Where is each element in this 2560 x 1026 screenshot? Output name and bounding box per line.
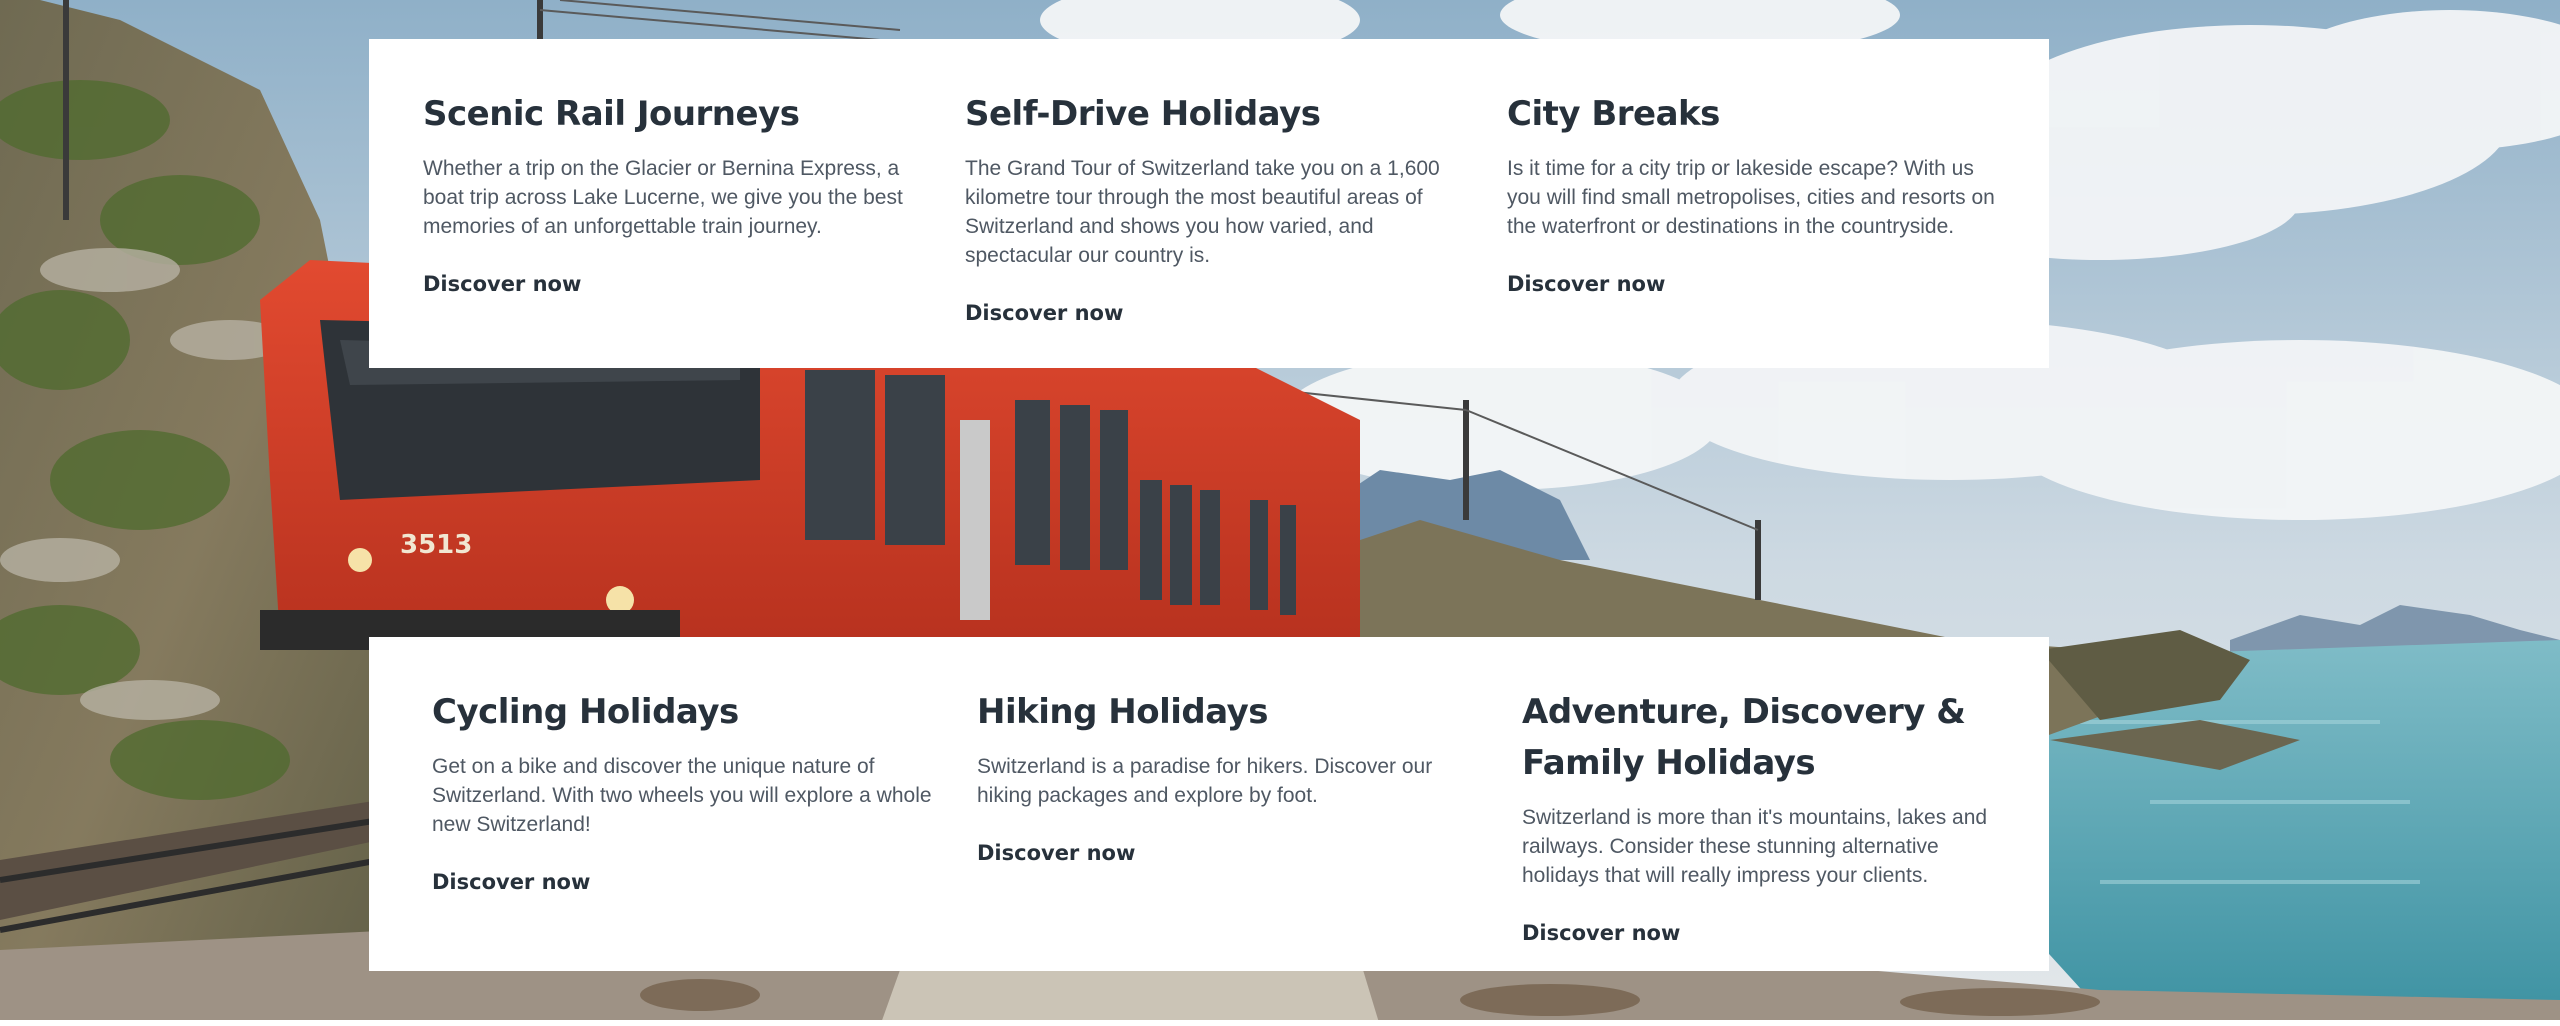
card-title: Cycling Holidays — [432, 692, 739, 732]
svg-text:3513: 3513 — [400, 530, 472, 560]
card-description: Whether a trip on the Glacier or Bernina… — [423, 157, 903, 238]
card-adventure: Adventure, Discovery & Family Holidays S… — [1522, 687, 2049, 971]
holiday-cards-top: Scenic Rail Journeys Whether a trip on t… — [369, 39, 2049, 368]
discover-now-link[interactable]: Discover now — [1522, 918, 1680, 948]
discover-now-link[interactable]: Discover now — [432, 867, 590, 897]
card-description: Switzerland is a paradise for hikers. Di… — [977, 755, 1433, 807]
card-description: Switzerland is more than it's mountains,… — [1522, 806, 1988, 887]
card-title: Adventure, Discovery & Family Holidays — [1522, 692, 1966, 783]
card-scenic-rail: Scenic Rail Journeys Whether a trip on t… — [423, 89, 965, 368]
card-cycling: Cycling Holidays Get on a bike and disco… — [432, 687, 977, 971]
card-hiking: Hiking Holidays Switzerland is a paradis… — [977, 687, 1522, 971]
card-description: Get on a bike and discover the unique na… — [432, 755, 932, 836]
card-title: Self-Drive Holidays — [965, 94, 1321, 134]
discover-now-link[interactable]: Discover now — [1507, 269, 1665, 299]
holiday-cards-bottom: Cycling Holidays Get on a bike and disco… — [369, 637, 2049, 971]
discover-now-link[interactable]: Discover now — [965, 298, 1123, 328]
card-title: City Breaks — [1507, 94, 1720, 134]
card-title: Scenic Rail Journeys — [423, 94, 800, 134]
card-self-drive: Self-Drive Holidays The Grand Tour of Sw… — [965, 89, 1507, 368]
discover-now-link[interactable]: Discover now — [977, 838, 1135, 868]
discover-now-link[interactable]: Discover now — [423, 269, 581, 299]
bottom-divider — [0, 1020, 2560, 1026]
card-description: The Grand Tour of Switzerland take you o… — [965, 157, 1440, 267]
card-description: Is it time for a city trip or lakeside e… — [1507, 157, 1995, 238]
hero-section: 3513 Scenic Rail Journeys Whether a trip… — [0, 0, 2560, 1026]
card-city-breaks: City Breaks Is it time for a city trip o… — [1507, 89, 2049, 368]
card-title: Hiking Holidays — [977, 692, 1269, 732]
